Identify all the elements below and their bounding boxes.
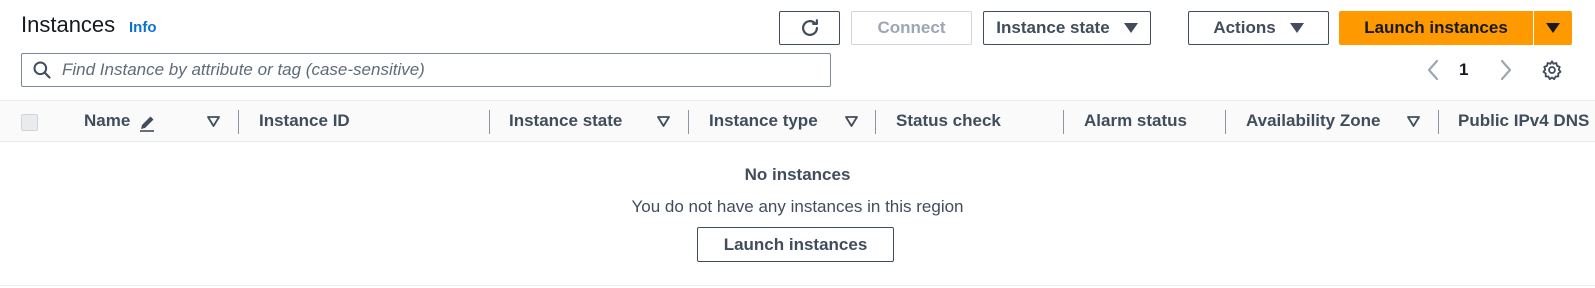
preferences-button[interactable]: [1541, 59, 1563, 86]
next-page-button[interactable]: [1497, 58, 1515, 87]
column-header-status-check[interactable]: Status check: [896, 111, 1001, 131]
instances-panel: Instances Info Connect Instance state Ac…: [0, 0, 1595, 288]
table-bottom-border: [0, 285, 1595, 286]
sort-caret-icon[interactable]: [845, 116, 858, 127]
refresh-icon: [801, 19, 818, 36]
column-header-instance-state[interactable]: Instance state: [509, 111, 622, 131]
page-title: Instances: [21, 12, 116, 37]
chevron-left-icon: [1427, 59, 1439, 81]
column-divider[interactable]: [238, 110, 239, 134]
column-divider[interactable]: [1063, 110, 1064, 134]
column-divider[interactable]: [875, 110, 876, 134]
table-header: Name Instance ID Instance state Instance…: [0, 100, 1595, 142]
caret-down-icon: [1123, 23, 1138, 33]
column-header-instance-id[interactable]: Instance ID: [259, 111, 350, 131]
sort-caret-icon[interactable]: [1407, 116, 1420, 127]
info-link[interactable]: Info: [129, 19, 157, 36]
sort-caret-icon[interactable]: [657, 116, 670, 127]
connect-button[interactable]: Connect: [851, 11, 972, 45]
select-all-checkbox[interactable]: [21, 114, 38, 131]
column-divider[interactable]: [688, 110, 689, 134]
column-divider[interactable]: [1438, 110, 1439, 134]
column-header-alarm-status[interactable]: Alarm status: [1084, 111, 1187, 131]
caret-down-icon: [1546, 23, 1560, 33]
empty-state-launch-label: Launch instances: [723, 234, 868, 254]
empty-state-launch-button[interactable]: Launch instances: [697, 227, 894, 262]
column-divider[interactable]: [489, 110, 490, 134]
connect-button-label: Connect: [877, 18, 946, 37]
previous-page-button[interactable]: [1424, 58, 1442, 87]
column-divider[interactable]: [1225, 110, 1226, 134]
caret-down-icon: [1289, 23, 1304, 33]
column-header-name[interactable]: Name: [84, 111, 130, 131]
refresh-button[interactable]: [779, 11, 840, 45]
launch-instances-button[interactable]: Launch instances: [1339, 11, 1533, 45]
empty-state-description: You do not have any instances in this re…: [631, 197, 964, 216]
chevron-right-icon: [1500, 59, 1512, 81]
actions-dropdown[interactable]: Actions: [1188, 11, 1329, 45]
column-header-availability-zone[interactable]: Availability Zone: [1246, 111, 1380, 131]
edit-pencil-icon: [140, 116, 154, 132]
page-number[interactable]: 1: [1459, 60, 1468, 80]
search-field[interactable]: [21, 53, 831, 87]
search-input[interactable]: [62, 60, 802, 80]
launch-instances-dropdown[interactable]: [1534, 11, 1572, 45]
launch-instances-label: Launch instances: [1364, 18, 1508, 37]
column-header-instance-type[interactable]: Instance type: [709, 111, 818, 131]
column-header-public-ipv4-dns[interactable]: Public IPv4 DNS: [1458, 111, 1589, 131]
gear-icon: [1542, 60, 1562, 81]
actions-dropdown-label: Actions: [1213, 18, 1276, 37]
sort-caret-icon[interactable]: [207, 116, 220, 127]
instance-state-dropdown-label: Instance state: [996, 18, 1110, 37]
instance-state-dropdown[interactable]: Instance state: [983, 11, 1151, 45]
empty-state-title: No instances: [744, 165, 851, 184]
search-icon: [33, 61, 51, 79]
